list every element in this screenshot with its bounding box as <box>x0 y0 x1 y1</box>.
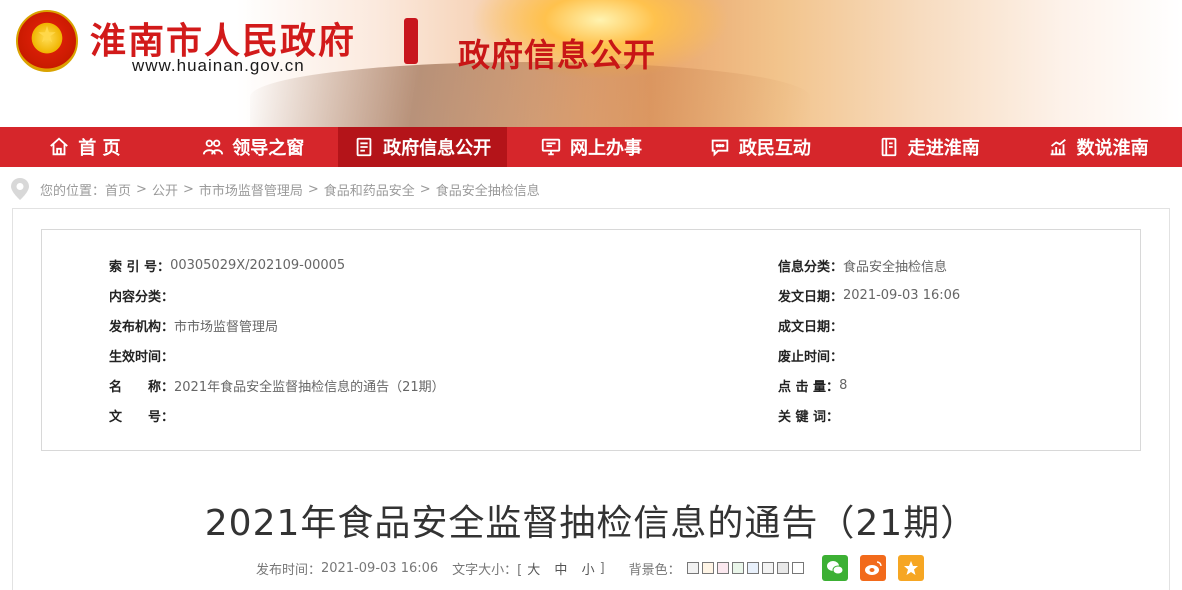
bg-color-label: 背景色： <box>628 562 681 578</box>
bg-swatch[interactable] <box>761 562 774 574</box>
meta-value: 2021-09-03 16:06 <box>843 287 961 303</box>
nav-label: 政民互动 <box>738 138 811 159</box>
meta-effective-date: 生效时间： <box>109 345 174 365</box>
bg-swatch[interactable] <box>701 562 714 574</box>
font-size-medium-button[interactable]: 中 <box>554 563 567 578</box>
breadcrumb: 您的位置： 首页 > 公开 > 市市场监督管理局 > 食品和药品安全 > 食品安… <box>10 177 540 201</box>
meta-issue-date: 发文日期： 2021-09-03 16:06 <box>778 285 960 305</box>
meta-label: 索 引 号： <box>109 259 171 275</box>
font-size-large-button[interactable]: 大 <box>527 563 540 578</box>
nav-item-about[interactable]: 走进淮南 <box>844 127 1013 167</box>
article-title: 2021年食品安全监督抽检信息的通告（21期） <box>204 503 978 544</box>
nav-item-home[interactable]: 首 页 <box>0 127 169 167</box>
weibo-share-icon[interactable] <box>859 555 886 581</box>
meta-label: 文 号： <box>109 409 175 425</box>
breadcrumb-bureau[interactable]: 市市场监督管理局 <box>199 180 303 199</box>
nav-item-gov-info[interactable]: 政府信息公开 <box>337 127 507 167</box>
nav-item-interaction[interactable]: 政民互动 <box>675 127 844 167</box>
chat-icon <box>711 139 729 157</box>
breadcrumb-separator: > <box>136 181 147 197</box>
breadcrumb-separator: > <box>182 181 194 197</box>
nav-label: 领导之窗 <box>232 138 305 159</box>
publish-time-label: 发布时间： <box>256 562 322 578</box>
breadcrumb-prefix: 您的位置： <box>40 183 106 199</box>
site-url[interactable]: www.huainan.gov.cn <box>132 56 305 76</box>
meta-label: 废止时间： <box>778 349 844 365</box>
meta-label: 内容分类： <box>109 289 175 305</box>
meta-label: 信息分类： <box>778 259 844 275</box>
document-icon <box>356 137 372 157</box>
meta-value: 食品安全抽检信息 <box>843 259 948 275</box>
breadcrumb-food-drug[interactable]: 食品和药品安全 <box>324 180 415 199</box>
breadcrumb-current[interactable]: 食品安全抽检信息 <box>436 180 540 199</box>
meta-value: 00305029X/202109-00005 <box>170 257 346 273</box>
meta-value: 市市场监督管理局 <box>174 319 279 335</box>
nav-item-leaders[interactable]: 领导之窗 <box>169 127 338 167</box>
wechat-share-icon[interactable] <box>821 555 848 581</box>
book-icon <box>881 137 897 157</box>
meta-written-date: 成文日期： <box>778 315 843 335</box>
bg-swatch[interactable] <box>776 562 789 574</box>
meta-label: 发文日期： <box>778 289 844 305</box>
bg-swatch[interactable] <box>791 562 804 574</box>
leaders-icon <box>203 139 224 155</box>
nav-item-online-service[interactable]: 网上办事 <box>507 127 676 167</box>
nav-label: 走进淮南 <box>907 138 980 159</box>
font-size-controls: 大 中 小 <box>522 559 599 578</box>
meta-keywords: 关 键 词： <box>778 405 839 425</box>
bg-swatch[interactable] <box>686 562 699 574</box>
bg-swatch[interactable] <box>716 562 729 574</box>
favorite-share-icon[interactable] <box>897 555 924 581</box>
breadcrumb-open[interactable]: 公开 <box>152 180 178 199</box>
meta-expiry-date: 废止时间： <box>778 345 843 365</box>
location-pin-icon <box>11 178 29 200</box>
main-nav: 首 页 领导之窗 政府信息公开 网上办事 政民互动 走进淮南 数说淮南 <box>0 127 1182 167</box>
font-size-close: ] <box>599 560 605 576</box>
meta-label: 关 键 词： <box>778 409 840 425</box>
font-size-label: 文字大小：[ <box>452 562 523 578</box>
breadcrumb-home[interactable]: 首页 <box>105 180 131 199</box>
metadata-box: 索 引 号： 00305029X/202109-00005 内容分类： 发布机构… <box>41 229 1141 451</box>
meta-label: 生效时间： <box>109 349 175 365</box>
monitor-icon <box>541 138 561 156</box>
font-size-small-button[interactable]: 小 <box>582 563 595 578</box>
bg-swatch[interactable] <box>731 562 744 574</box>
nav-item-statistics[interactable]: 数说淮南 <box>1013 127 1182 167</box>
nav-label: 数说淮南 <box>1076 138 1149 159</box>
national-emblem-icon <box>16 10 78 72</box>
publish-time-value: 2021-09-03 16:06 <box>321 560 439 576</box>
article-info-bar: 发布时间： 2021-09-03 16:06 文字大小：[ 大 中 小 ] 背景… <box>256 555 924 581</box>
meta-document-number: 文 号： <box>109 405 174 425</box>
bg-swatch[interactable] <box>746 562 759 574</box>
nav-label: 网上办事 <box>570 138 642 159</box>
home-icon <box>50 137 69 156</box>
meta-publisher: 发布机构： 市市场监督管理局 <box>109 315 278 335</box>
meta-value: 2021年食品安全监督抽检信息的通告（21期） <box>174 379 445 395</box>
breadcrumb-separator: > <box>419 181 431 197</box>
meta-label: 发布机构： <box>109 319 175 335</box>
meta-label: 点 击 量： <box>778 379 840 395</box>
nav-label: 政府信息公开 <box>383 138 492 159</box>
bg-color-swatches <box>686 562 804 574</box>
meta-name: 名 称： 2021年食品安全监督抽检信息的通告（21期） <box>109 375 445 395</box>
nav-label: 首 页 <box>78 138 121 159</box>
meta-label: 名 称： <box>109 379 175 395</box>
meta-label: 成文日期： <box>778 319 844 335</box>
meta-info-category: 信息分类： 食品安全抽检信息 <box>778 255 947 275</box>
meta-index-number: 索 引 号： 00305029X/202109-00005 <box>109 255 345 275</box>
huainan-seal-icon <box>404 18 418 64</box>
header-banner: 淮南市人民政府 www.huainan.gov.cn 政府信息公开 <box>0 0 1182 127</box>
meta-content-category: 内容分类： <box>109 285 174 305</box>
chart-icon <box>1050 138 1066 156</box>
breadcrumb-separator: > <box>307 181 319 197</box>
meta-value: 8 <box>839 377 848 393</box>
meta-view-count: 点 击 量： 8 <box>778 375 847 395</box>
section-title: 政府信息公开 <box>458 36 657 74</box>
share-buttons <box>821 555 924 581</box>
